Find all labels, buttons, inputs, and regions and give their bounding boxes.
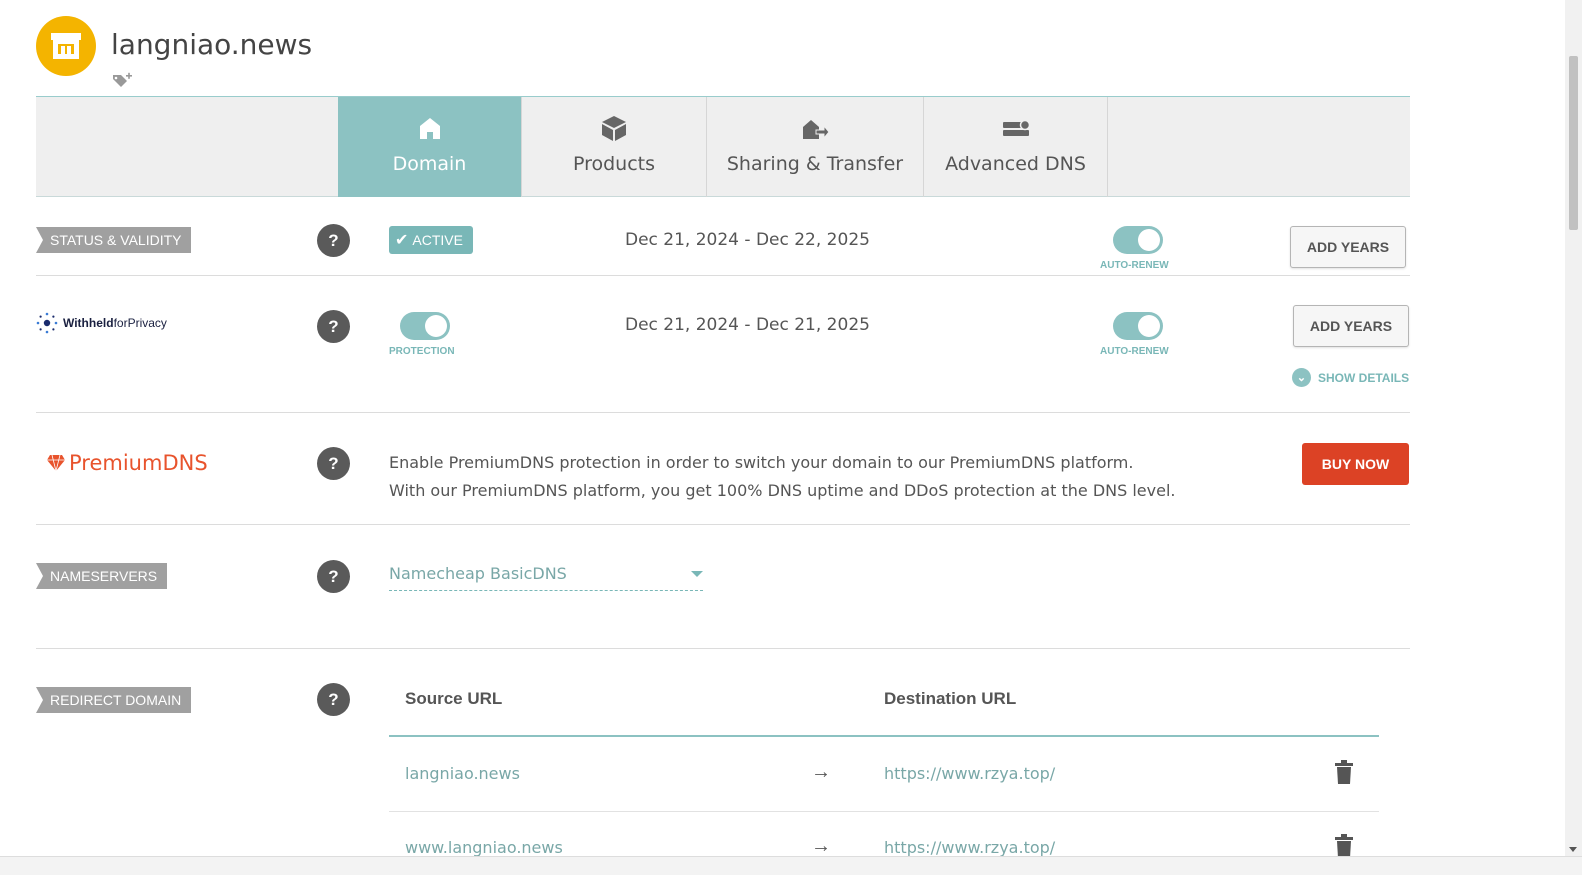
- auto-renew-toggle[interactable]: [1113, 226, 1163, 254]
- chevron-down-icon: ⌄: [1292, 368, 1311, 387]
- tab-advanced-dns[interactable]: Advanced DNS: [924, 97, 1108, 197]
- nameserver-select[interactable]: Namecheap BasicDNS: [389, 561, 703, 591]
- bottom-strip: [0, 856, 1582, 875]
- source-url-cell: langniao.news: [405, 764, 520, 783]
- nameservers-row: NAMESERVERS ? Namecheap BasicDNS: [36, 525, 1410, 649]
- withheld-for-privacy-logo: Withheld forPrivacy: [36, 312, 167, 334]
- show-details-label: SHOW DETAILS: [1318, 370, 1410, 385]
- vertical-scrollbar[interactable]: [1565, 0, 1582, 856]
- nameserver-selected: Namecheap BasicDNS: [389, 564, 567, 583]
- arrow-right-icon: →: [811, 835, 831, 857]
- caret-down-icon: [691, 571, 703, 577]
- check-icon: ✔: [395, 232, 409, 249]
- scroll-down-icon[interactable]: [1569, 847, 1577, 852]
- add-years-button[interactable]: ADD YEARS: [1293, 305, 1409, 347]
- auto-renew-toggle[interactable]: [1113, 312, 1163, 340]
- domain-tabs: Domain Products Sharing & Transfer Advan…: [36, 96, 1410, 197]
- premium-dns-row: PremiumDNS ? Enable PremiumDNS protectio…: [36, 413, 1410, 525]
- toggle-caption: AUTO-RENEW: [1100, 260, 1169, 271]
- tab-domain[interactable]: Domain: [338, 97, 522, 197]
- help-icon[interactable]: ?: [317, 224, 350, 257]
- destination-url-header: Destination URL: [884, 689, 1017, 708]
- diamond-icon: [47, 454, 65, 472]
- tab-label: Advanced DNS: [945, 153, 1086, 175]
- server-icon: [1002, 119, 1030, 136]
- destination-url-cell: https://www.rzya.top/: [884, 838, 1056, 857]
- transfer-icon: [803, 120, 830, 140]
- premium-line-1: Enable PremiumDNS protection in order to…: [389, 453, 1134, 472]
- privacy-logo-rest: forPrivacy: [113, 316, 167, 330]
- tab-label: Domain: [392, 153, 467, 175]
- tab-label: Sharing & Transfer: [726, 153, 904, 175]
- protection-toggle[interactable]: [400, 312, 450, 340]
- privacy-dates: Dec 21, 2024 - Dec 21, 2025: [625, 315, 870, 335]
- table-row-divider: [389, 811, 1379, 812]
- add-years-button[interactable]: ADD YEARS: [1290, 226, 1406, 268]
- buy-now-button[interactable]: BUY NOW: [1302, 443, 1409, 485]
- show-details-link[interactable]: ⌄ SHOW DETAILS: [1292, 368, 1409, 387]
- redirect-domain-section: REDIRECT DOMAIN ? Source URL Destination…: [36, 649, 1410, 859]
- premium-dns-logo-text: PremiumDNS: [69, 451, 208, 475]
- help-icon[interactable]: ?: [317, 447, 350, 480]
- toggle-caption: AUTO-RENEW: [1100, 346, 1169, 357]
- scrollbar-thumb[interactable]: [1569, 56, 1578, 230]
- tab-sharing-transfer[interactable]: Sharing & Transfer: [707, 97, 924, 197]
- privacy-row: Withheld forPrivacy ? PROTECTION Dec 21, …: [36, 276, 1410, 413]
- arrow-right-icon: →: [811, 761, 831, 783]
- premium-dns-logo: PremiumDNS: [46, 451, 208, 475]
- home-icon: [419, 118, 440, 139]
- table-header-divider: [389, 735, 1379, 737]
- premium-description: Enable PremiumDNS protection in order to…: [389, 449, 1175, 505]
- tab-label: Products: [572, 153, 656, 175]
- destination-url-cell: https://www.rzya.top/: [884, 764, 1056, 783]
- help-icon[interactable]: ?: [317, 560, 350, 593]
- box-icon: [602, 116, 626, 141]
- status-badge: ✔ ACTIVE: [389, 226, 473, 254]
- status-row: STATUS & VALIDITY ? ✔ ACTIVE Dec 21, 202…: [36, 197, 1410, 276]
- status-badge-label: ACTIVE: [412, 232, 463, 248]
- privacy-logo-icon: [36, 312, 58, 334]
- help-icon[interactable]: ?: [317, 310, 350, 343]
- source-url-cell: www.langniao.news: [405, 838, 563, 857]
- tab-products[interactable]: Products: [522, 97, 707, 197]
- store-icon: [36, 16, 96, 76]
- trash-icon[interactable]: [1334, 760, 1354, 784]
- validity-dates: Dec 21, 2024 - Dec 22, 2025: [625, 230, 870, 250]
- toggle-caption: PROTECTION: [389, 346, 455, 357]
- premium-line-2: With our PremiumDNS platform, you get 10…: [389, 481, 1176, 500]
- section-label: REDIRECT DOMAIN: [36, 687, 192, 713]
- privacy-logo-bold: Withheld: [63, 316, 114, 330]
- domain-title: langniao.news: [111, 28, 313, 61]
- section-label: NAMESERVERS: [36, 563, 168, 589]
- source-url-header: Source URL: [405, 689, 503, 708]
- help-icon[interactable]: ?: [317, 683, 350, 716]
- add-tag-icon[interactable]: [112, 72, 132, 90]
- trash-icon[interactable]: [1334, 834, 1354, 858]
- section-label: STATUS & VALIDITY: [36, 227, 192, 253]
